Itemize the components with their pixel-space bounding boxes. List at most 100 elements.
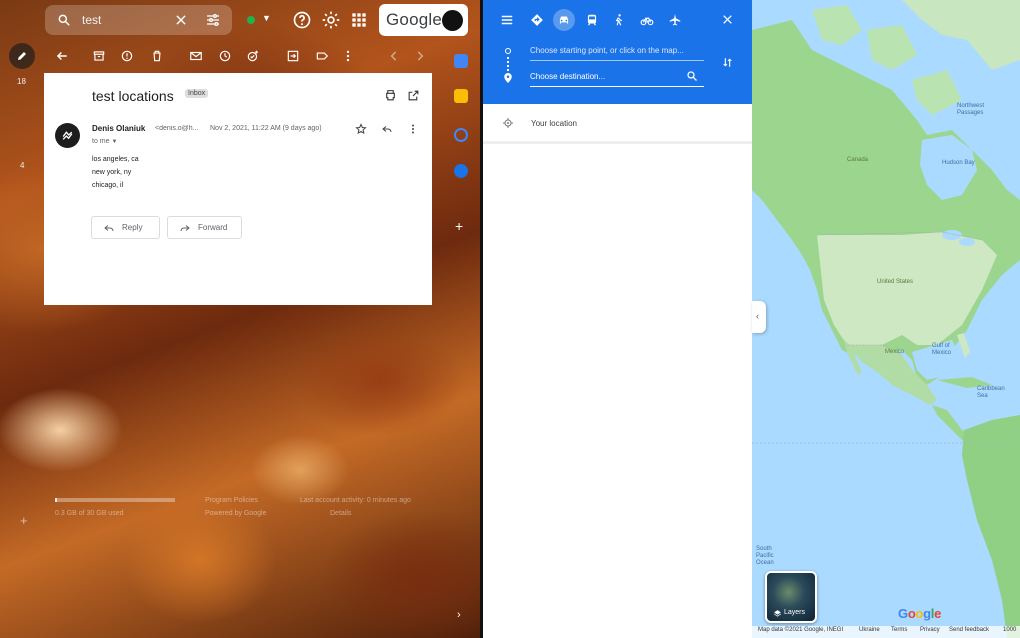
search-input[interactable]: test bbox=[82, 13, 101, 27]
status-dot bbox=[247, 16, 255, 24]
star-icon[interactable] bbox=[355, 123, 367, 135]
label-icon[interactable] bbox=[315, 49, 329, 63]
contacts-icon[interactable] bbox=[454, 164, 468, 178]
tune-icon[interactable] bbox=[205, 12, 221, 28]
map-label-hudson-bay: Hudson Bay bbox=[942, 160, 975, 166]
add-icon[interactable]: + bbox=[20, 513, 28, 528]
forward-button[interactable]: Forward bbox=[167, 216, 242, 239]
program-policies-link[interactable]: Program Policies bbox=[205, 497, 258, 504]
menu-icon[interactable] bbox=[500, 13, 514, 27]
swap-icon[interactable] bbox=[721, 56, 734, 69]
footer-link-terms[interactable]: Terms bbox=[891, 627, 907, 633]
layers-button[interactable]: Layers bbox=[765, 571, 817, 623]
train-icon bbox=[587, 14, 597, 26]
apps-grid-icon[interactable] bbox=[349, 10, 369, 30]
footer-link-privacy[interactable]: Privacy bbox=[920, 627, 940, 633]
reply-icon[interactable] bbox=[381, 123, 393, 135]
route-dots bbox=[507, 57, 509, 71]
snooze-icon[interactable] bbox=[218, 49, 232, 63]
car-icon bbox=[559, 16, 569, 24]
close-icon[interactable] bbox=[174, 13, 188, 27]
report-spam-icon[interactable] bbox=[120, 49, 134, 63]
powered-by-text: Powered by Google bbox=[205, 510, 267, 517]
gear-icon[interactable] bbox=[321, 10, 341, 30]
recipient-text: to me bbox=[92, 138, 110, 145]
layers-icon bbox=[773, 610, 782, 617]
calendar-icon[interactable] bbox=[454, 54, 468, 68]
search-icon[interactable] bbox=[686, 70, 698, 82]
mode-flights[interactable] bbox=[664, 9, 686, 31]
help-icon[interactable] bbox=[292, 10, 312, 30]
map-label-caribbean-sea: Caribbean Sea bbox=[977, 386, 1005, 399]
add-task-icon[interactable] bbox=[246, 49, 260, 63]
footer-link-send-feedback[interactable]: Send feedback bbox=[949, 627, 989, 633]
sender-avatar bbox=[55, 123, 80, 148]
chevron-left-icon: ‹ bbox=[756, 311, 759, 321]
print-icon[interactable] bbox=[384, 89, 397, 102]
keep-icon[interactable] bbox=[454, 89, 468, 103]
directions-icon bbox=[531, 14, 543, 26]
search-icon[interactable] bbox=[57, 13, 71, 27]
chevron-right-icon[interactable] bbox=[413, 49, 427, 63]
chevron-right-icon[interactable]: › bbox=[457, 609, 461, 621]
recipient-line[interactable]: to me ▼ bbox=[92, 138, 117, 145]
bicycle-icon bbox=[640, 17, 654, 26]
details-link[interactable]: Details bbox=[330, 510, 351, 517]
directions-panel: Choose starting point, or click on the m… bbox=[483, 0, 752, 638]
forward-icon bbox=[180, 225, 190, 232]
archive-icon[interactable] bbox=[92, 49, 106, 63]
sender-logo-icon bbox=[62, 131, 73, 140]
directions-header: Choose starting point, or click on the m… bbox=[483, 0, 752, 104]
open-in-new-window-icon[interactable] bbox=[407, 89, 420, 102]
inbox-label-chip[interactable]: Inbox bbox=[185, 89, 209, 98]
message-subject: test locations bbox=[92, 88, 174, 104]
map-footer: Map data ©2021 Google, INEGI Ukraine Ter… bbox=[752, 626, 1020, 638]
inbox-count: 18 bbox=[17, 77, 26, 86]
mode-transit[interactable] bbox=[581, 9, 603, 31]
my-location-icon bbox=[503, 118, 513, 128]
message-date: Nov 2, 2021, 11:22 AM (9 days ago) bbox=[210, 125, 322, 132]
your-location-item[interactable]: Your location bbox=[483, 104, 752, 144]
move-to-icon[interactable] bbox=[286, 49, 300, 63]
delete-icon[interactable] bbox=[150, 49, 164, 63]
mode-walking[interactable] bbox=[608, 9, 630, 31]
map-label-gulf-of-mexico: Gulf of Mexico bbox=[932, 343, 952, 356]
google-account-badge[interactable]: Google bbox=[379, 4, 468, 36]
body-line: new york, ny bbox=[92, 169, 132, 176]
chevron-down-icon: ▼ bbox=[111, 139, 118, 145]
mode-best-route[interactable] bbox=[526, 9, 548, 31]
collapse-panel-button[interactable]: ‹ bbox=[752, 301, 766, 333]
reply-button[interactable]: Reply bbox=[91, 216, 160, 239]
add-addon-icon[interactable]: + bbox=[455, 218, 463, 234]
mode-driving[interactable] bbox=[553, 9, 575, 31]
status-selector[interactable]: ▼ bbox=[240, 9, 276, 31]
more-vertical-icon[interactable] bbox=[341, 49, 355, 63]
last-activity-text: Last account activity: 0 minutes ago bbox=[300, 497, 411, 504]
destination-input[interactable]: Choose destination... bbox=[530, 69, 704, 87]
starting-point-input[interactable]: Choose starting point, or click on the m… bbox=[530, 43, 704, 61]
addon-sidebar: + › bbox=[445, 40, 480, 638]
body-line: chicago, il bbox=[92, 182, 124, 189]
map-label-south-pacific-ocean: South Pacific Ocean bbox=[756, 546, 774, 566]
storage-text: 0.3 GB of 30 GB used bbox=[55, 510, 124, 517]
chevron-left-icon[interactable] bbox=[387, 49, 401, 63]
chevron-down-icon: ▼ bbox=[262, 13, 271, 23]
airplane-icon bbox=[669, 14, 681, 26]
compose-button[interactable] bbox=[9, 43, 35, 69]
back-arrow-icon[interactable] bbox=[55, 49, 69, 63]
google-logo-letter: G bbox=[898, 606, 908, 621]
google-logo-letter: e bbox=[934, 606, 942, 621]
search-bar[interactable]: test bbox=[45, 5, 232, 35]
google-logo-letter: o bbox=[915, 606, 924, 621]
map-canvas[interactable]: Canada United States Mexico Gulf of Mexi… bbox=[752, 0, 1020, 638]
mark-unread-icon[interactable] bbox=[189, 49, 203, 63]
pencil-icon bbox=[18, 52, 26, 60]
avatar[interactable] bbox=[442, 10, 463, 31]
close-icon[interactable] bbox=[721, 13, 734, 26]
mode-cycling[interactable] bbox=[636, 9, 658, 31]
more-vertical-icon[interactable] bbox=[407, 123, 419, 135]
forward-label: Forward bbox=[198, 223, 228, 232]
tasks-icon[interactable] bbox=[454, 128, 468, 142]
footer-link-ukraine[interactable]: Ukraine bbox=[859, 627, 880, 633]
layers-label: Layers bbox=[784, 609, 806, 616]
